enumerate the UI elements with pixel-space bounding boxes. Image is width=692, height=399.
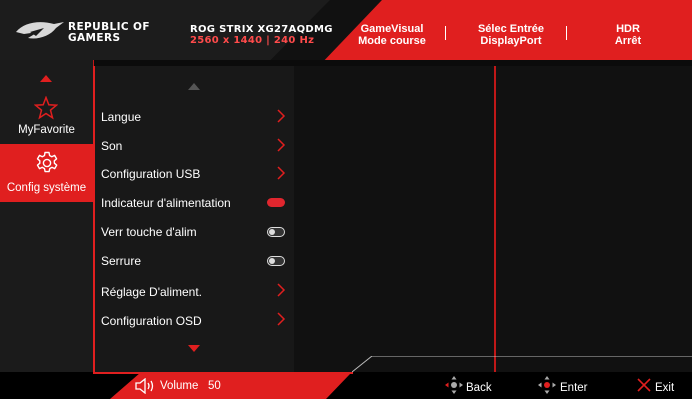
- star-icon: [34, 96, 58, 120]
- status-input: Sélec Entrée DisplayPort: [470, 23, 552, 47]
- menu-item-label: Son: [101, 139, 123, 153]
- status-gamevisual: GameVisual Mode course: [352, 23, 432, 47]
- exit-label[interactable]: Exit: [655, 382, 674, 394]
- menu-item-label: Configuration OSD: [101, 314, 202, 328]
- status-divider: [566, 26, 567, 40]
- model-name: ROG STRIX XG27AQDMG: [190, 24, 333, 35]
- sidebar-item-myfavorite-label: MyFavorite: [18, 124, 75, 136]
- rog-logo-icon: [16, 22, 64, 39]
- chevron-right-icon: [277, 166, 286, 180]
- enter-label[interactable]: Enter: [560, 382, 588, 394]
- status-hdr-label: HDR: [616, 23, 640, 35]
- toggle-switch-on[interactable]: [267, 198, 285, 207]
- status-input-label: Sélec Entrée: [477, 23, 545, 35]
- joystick-left-icon: [445, 376, 463, 394]
- volume-value: 50: [207, 380, 221, 392]
- model-specs: 2560 x 1440 | 240 Hz: [190, 35, 315, 46]
- options-panel: [294, 66, 496, 372]
- status-gamevisual-value: Mode course: [358, 35, 426, 47]
- menu-item-son[interactable]: Son: [101, 139, 122, 153]
- menu-item-serrure[interactable]: Serrure: [101, 254, 141, 268]
- chevron-right-icon: [277, 138, 286, 152]
- menu-item-configuration-usb[interactable]: Configuration USB: [101, 167, 200, 181]
- toggle-knob: [269, 258, 275, 264]
- status-input-value: DisplayPort: [480, 35, 542, 47]
- status-divider: [445, 26, 446, 40]
- gear-icon: [36, 151, 58, 173]
- chevron-right-icon: [277, 283, 286, 297]
- menu-item-verr-touche-alim[interactable]: Verr touche d'alim: [101, 225, 197, 239]
- footer-red-line: [93, 372, 353, 374]
- chevron-right-icon: [277, 312, 286, 326]
- speaker-icon: [135, 378, 154, 394]
- model-info: ROG STRIX XG27AQDMG 2560 x 1440 | 240 Hz: [190, 24, 333, 46]
- sidebar-item-config-systeme-label: Config système: [6, 182, 87, 194]
- back-label[interactable]: Back: [466, 382, 492, 394]
- menu-item-indicateur-alimentation[interactable]: Indicateur d'alimentation: [101, 196, 231, 210]
- brand-line2: GAMERS: [68, 32, 121, 44]
- menu-item-configuration-osd[interactable]: Configuration OSD: [101, 314, 202, 328]
- status-hdr: HDR Arrêt: [598, 23, 658, 47]
- menu-item-label: Verr touche d'alim: [101, 225, 197, 239]
- values-panel: [496, 66, 692, 372]
- status-hdr-value: Arrêt: [614, 35, 642, 47]
- menu-item-langue[interactable]: Langue: [101, 110, 141, 124]
- footer-divider-line: [352, 356, 692, 373]
- toggle-knob: [269, 229, 275, 235]
- volume-display: Volume 50: [160, 380, 221, 392]
- volume-label: Volume: [160, 380, 199, 392]
- menu-item-reglage-aliment[interactable]: Réglage D'aliment.: [101, 285, 202, 299]
- menu-item-label: Langue: [101, 110, 142, 124]
- menu-scroll-up-icon[interactable]: [188, 83, 200, 90]
- joystick-center-icon: [538, 376, 556, 394]
- menu-scroll-down-icon[interactable]: [188, 345, 200, 352]
- status-gamevisual-label: GameVisual: [360, 23, 424, 35]
- menu-item-label: Indicateur d'alimentation: [101, 196, 231, 210]
- menu-item-label: Réglage D'aliment.: [101, 285, 203, 299]
- menu-item-label: Serrure: [101, 254, 142, 268]
- toggle-switch-off[interactable]: [267, 227, 285, 237]
- sidebar-up-arrow-icon[interactable]: [40, 74, 52, 82]
- close-icon: [637, 378, 651, 392]
- chevron-right-icon: [277, 109, 286, 123]
- toggle-switch-off[interactable]: [267, 256, 285, 266]
- menu-item-label: Configuration USB: [101, 167, 201, 181]
- brand-name: REPUBLIC OF GAMERS: [68, 22, 150, 44]
